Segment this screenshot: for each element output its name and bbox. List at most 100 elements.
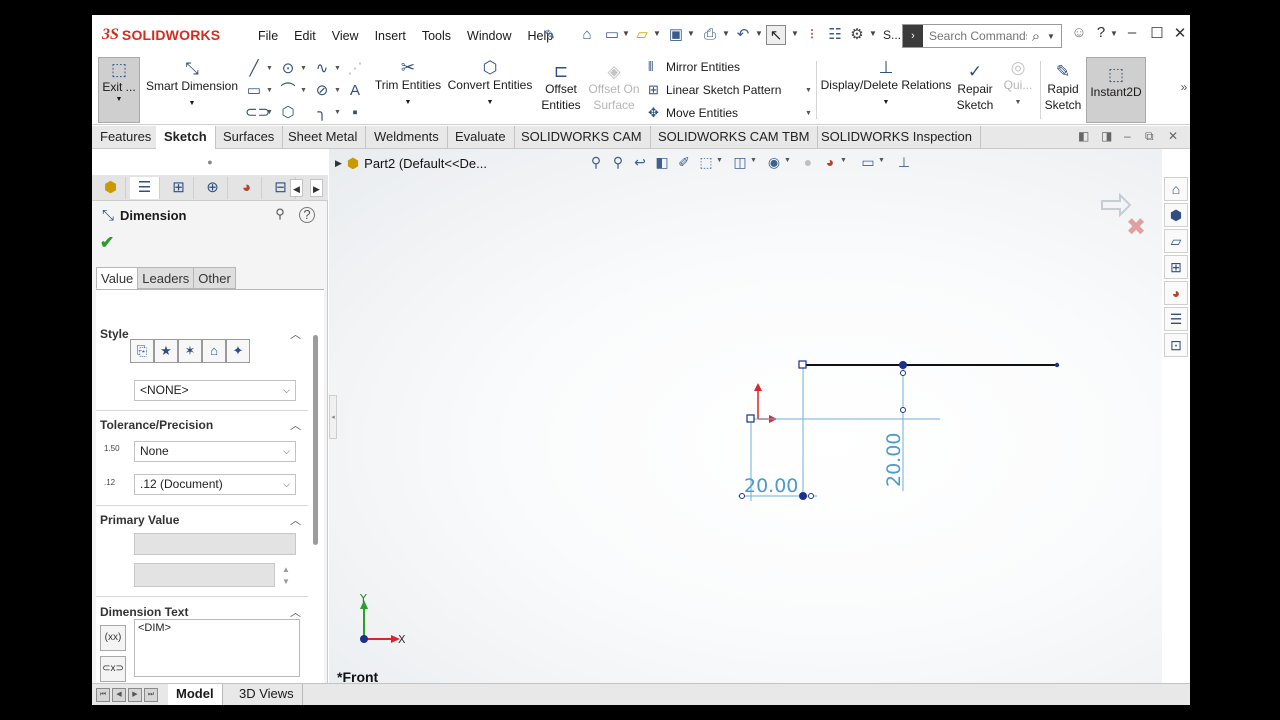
pin-icon[interactable]: ✎ bbox=[540, 25, 560, 45]
mirror-entities-button[interactable]: ⫴ Mirror Entities bbox=[648, 59, 740, 75]
subtab-other[interactable]: Other bbox=[193, 267, 236, 289]
exit-sketch-button[interactable]: ⬚ Exit ... ▼ bbox=[98, 57, 140, 123]
smart-dimension-button[interactable]: ⤡ Smart Dimension ▼ bbox=[144, 60, 240, 109]
line-icon[interactable]: ╱ bbox=[245, 60, 263, 78]
next-tab-icon[interactable]: ▶ bbox=[128, 688, 142, 702]
vertical-dimension-text[interactable]: 20.00 bbox=[883, 433, 905, 487]
tab-sketch[interactable]: Sketch bbox=[156, 126, 216, 149]
convert-entities-button[interactable]: ⬡ Convert Entities ▼ bbox=[446, 59, 534, 108]
close-icon[interactable]: ✕ bbox=[1170, 24, 1190, 42]
rectangle-icon[interactable]: ▭ bbox=[245, 82, 263, 100]
doc-minimize-icon[interactable]: – bbox=[1124, 129, 1131, 143]
rapid-sketch-button[interactable]: ✎ Rapid Sketch bbox=[1043, 63, 1083, 113]
arc-icon[interactable]: ⌒ bbox=[279, 82, 297, 100]
pm-help-icon[interactable]: ? bbox=[299, 207, 315, 223]
dimension-text-field[interactable]: <DIM> bbox=[134, 619, 300, 677]
ellipse-icon[interactable]: ⊘ bbox=[313, 82, 331, 100]
help-icon[interactable]: ? bbox=[1091, 24, 1111, 41]
menu-view[interactable]: View bbox=[324, 27, 367, 45]
select-caret-icon[interactable]: ▼ bbox=[791, 29, 799, 38]
tab-surfaces[interactable]: Surfaces bbox=[215, 126, 284, 149]
slot-icon[interactable]: ⊂⊃ bbox=[245, 104, 270, 122]
home-icon[interactable]: ⌂ bbox=[577, 25, 597, 45]
spline-icon[interactable]: ∿ bbox=[313, 60, 331, 78]
app-logo[interactable]: 3S SOLIDWORKS bbox=[102, 21, 220, 49]
prev-tab-icon[interactable]: ◀ bbox=[112, 688, 126, 702]
manager-next-icon[interactable]: ▶ bbox=[310, 179, 323, 197]
first-tab-icon[interactable]: ⏮ bbox=[96, 688, 110, 702]
tolerance-type-select[interactable]: None ⌵ bbox=[134, 441, 296, 462]
style-select[interactable]: <NONE> ⌵ bbox=[134, 380, 296, 401]
tab-3d-views[interactable]: 3D Views bbox=[231, 684, 303, 705]
inspection-dimension-icon[interactable]: ⊂x⊃ bbox=[100, 656, 126, 682]
line-start-point[interactable] bbox=[798, 360, 807, 369]
fillet-caret-icon[interactable]: ▼ bbox=[334, 109, 341, 116]
pattern-caret-icon[interactable]: ▼ bbox=[805, 87, 812, 94]
print-icon[interactable]: ⎙ bbox=[700, 25, 720, 45]
style-add-icon[interactable]: ★ bbox=[154, 339, 178, 363]
detailed-preview-icon[interactable]: ⚲ bbox=[272, 207, 288, 223]
tab-evaluate[interactable]: Evaluate bbox=[447, 126, 515, 149]
move-caret-icon[interactable]: ▼ bbox=[805, 110, 812, 117]
point-icon[interactable]: ▪ bbox=[346, 104, 364, 122]
move-entities-button[interactable]: ✥ Move Entities bbox=[648, 105, 738, 121]
fillet-icon[interactable]: ╮ bbox=[313, 104, 331, 122]
tab-weldments[interactable]: Weldments bbox=[366, 126, 448, 149]
dimension-text-collapse-icon[interactable]: ︿ bbox=[290, 604, 301, 620]
search-commands[interactable]: › ⌕ ▼ bbox=[902, 24, 1062, 48]
configuration-manager-icon[interactable]: ⊞ bbox=[164, 177, 194, 199]
custom-properties-icon[interactable]: ☰ bbox=[1164, 307, 1188, 331]
dim-arrow-point[interactable] bbox=[808, 493, 814, 499]
help-caret-icon[interactable]: ▼ bbox=[1110, 29, 1118, 38]
menu-edit[interactable]: Edit bbox=[286, 27, 324, 45]
rectangle-caret-icon[interactable]: ▼ bbox=[266, 87, 273, 94]
tab-solidworks-inspection[interactable]: SOLIDWORKS Inspection bbox=[813, 126, 981, 149]
dimxpert-icon[interactable]: ⊕ bbox=[198, 177, 228, 199]
solidworks-resources-icon[interactable]: ⌂ bbox=[1164, 177, 1188, 201]
slot-caret-icon[interactable]: ▼ bbox=[266, 109, 273, 116]
new-document-icon[interactable]: ▭ bbox=[602, 25, 622, 45]
tolerance-collapse-icon[interactable]: ︿ bbox=[290, 417, 301, 433]
forum-icon[interactable]: ⊡ bbox=[1164, 333, 1188, 357]
line-end-point[interactable] bbox=[1054, 362, 1060, 368]
tab-solidworks-cam[interactable]: SOLIDWORKS CAM bbox=[513, 126, 651, 149]
tile-left-icon[interactable]: ◧ bbox=[1078, 129, 1089, 143]
subtab-leaders[interactable]: Leaders bbox=[137, 267, 195, 289]
traffic-light-icon[interactable]: ⁝ bbox=[802, 25, 822, 45]
graphics-area[interactable]: ◂ ▶ ⬢ Part2 (Default<<De... ⚲ ⚲ ↩ ◧ ✐ ⬚ … bbox=[329, 149, 1162, 683]
style-apply-default-icon[interactable]: ⎘ bbox=[130, 339, 154, 363]
add-parentheses-icon[interactable]: (xx) bbox=[100, 625, 126, 651]
instant2d-button[interactable]: ⬚ Instant2D bbox=[1086, 57, 1146, 123]
offset-entities-button[interactable]: ⊏ Offset Entities bbox=[538, 63, 584, 113]
open-folder-icon[interactable]: ▱ bbox=[632, 25, 652, 45]
style-save-icon[interactable]: ⌂ bbox=[202, 339, 226, 363]
circle-caret-icon[interactable]: ▼ bbox=[300, 65, 307, 72]
repair-sketch-button[interactable]: ✓ Repair Sketch bbox=[954, 63, 996, 113]
maximize-icon[interactable]: ☐ bbox=[1147, 24, 1167, 42]
minimize-icon[interactable]: – bbox=[1122, 24, 1142, 41]
undo-caret-icon[interactable]: ▼ bbox=[755, 29, 763, 38]
search-caret-icon[interactable]: ▼ bbox=[1045, 32, 1057, 41]
search-input[interactable] bbox=[923, 29, 1027, 43]
user-icon[interactable]: ☺ bbox=[1069, 24, 1089, 41]
tile-right-icon[interactable]: ◨ bbox=[1101, 129, 1112, 143]
primary-value-collapse-icon[interactable]: ︿ bbox=[290, 512, 301, 528]
doc-close-icon[interactable]: ✕ bbox=[1168, 129, 1178, 143]
style-collapse-icon[interactable]: ︿ bbox=[290, 326, 301, 342]
doc-restore-icon[interactable]: ⧉ bbox=[1145, 129, 1154, 144]
design-library-icon[interactable]: ⬢ bbox=[1164, 203, 1188, 227]
line-midpoint[interactable] bbox=[899, 361, 907, 369]
sketch-canvas[interactable]: 20.00 20.00 Y X bbox=[329, 149, 1162, 683]
dim-anchor-point[interactable] bbox=[799, 492, 807, 500]
tab-solidworks-cam-tbm[interactable]: SOLIDWORKS CAM TBM bbox=[650, 126, 819, 149]
ok-checkmark-icon[interactable]: ✔ bbox=[100, 233, 114, 253]
menu-insert[interactable]: Insert bbox=[367, 27, 414, 45]
display-manager-icon[interactable]: ◕ bbox=[232, 177, 262, 199]
open-caret-icon[interactable]: ▼ bbox=[653, 29, 661, 38]
search-icon[interactable]: ⌕ bbox=[1027, 28, 1045, 45]
polygon-icon[interactable]: ⬡ bbox=[279, 104, 297, 122]
circle-icon[interactable]: ⊙ bbox=[279, 60, 297, 78]
menu-window[interactable]: Window bbox=[459, 27, 519, 45]
panel-grip-icon[interactable]: ● bbox=[92, 149, 328, 175]
trim-entities-button[interactable]: ✂ Trim Entities ▼ bbox=[374, 59, 442, 108]
